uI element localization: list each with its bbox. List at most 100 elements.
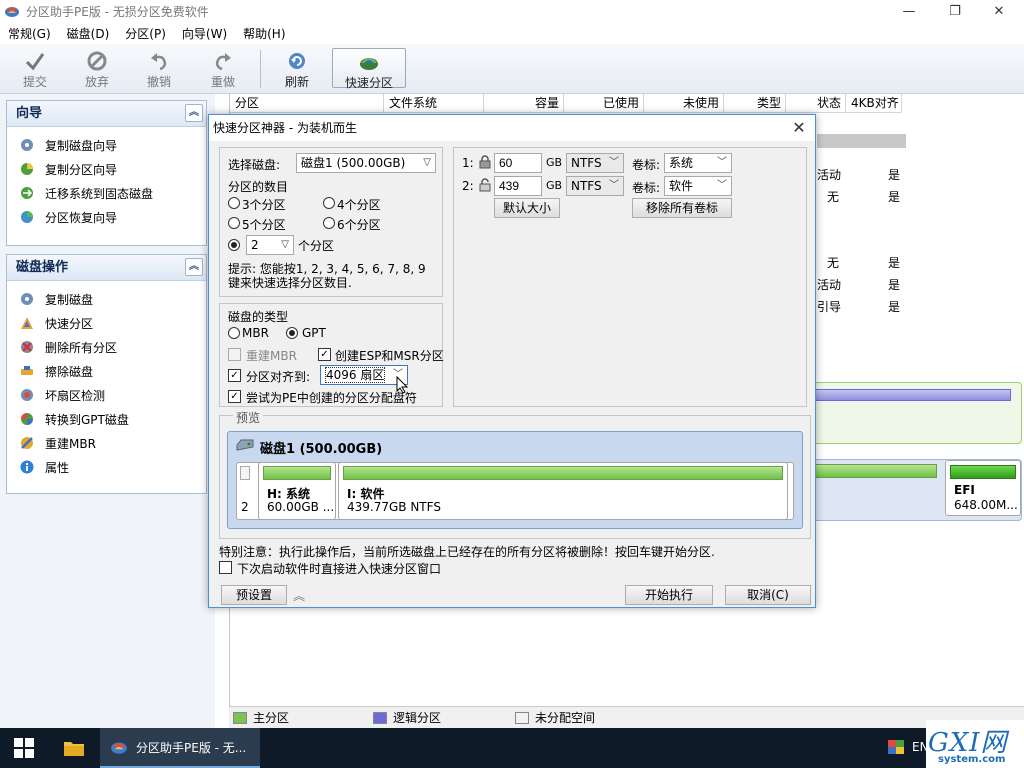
radio-mbr[interactable] <box>228 327 240 339</box>
align-select[interactable]: 4096 扇区 ﹀ <box>320 365 408 385</box>
commit-button[interactable]: 提交 <box>4 48 66 90</box>
radio-3-partitions[interactable] <box>228 197 240 209</box>
efi-partition-card[interactable]: EFI 648.00M... <box>945 460 1021 516</box>
preview-disk[interactable]: 磁盘1 (500.00GB) 2 H: 系统 60.00GB ... I: 软件… <box>227 431 803 529</box>
redo-button[interactable]: 重做 <box>192 48 254 90</box>
file-explorer-button[interactable] <box>52 728 96 768</box>
discard-button[interactable]: 放弃 <box>66 48 128 90</box>
collapse-up-icon[interactable]: ︽ <box>185 258 203 276</box>
toolbar-separator <box>260 50 261 88</box>
radio-gpt[interactable] <box>286 327 298 339</box>
col-filesystem[interactable]: 文件系统 <box>384 94 484 113</box>
language-bar-icon[interactable] <box>888 740 904 754</box>
partition-1-fs-select[interactable]: NTFS ﹀ <box>566 153 624 173</box>
chevron-down-icon: ﹀ <box>717 157 727 168</box>
disk1-map[interactable]: EFI 648.00M... <box>790 459 1022 521</box>
menu-help[interactable]: 帮助(H) <box>235 25 293 42</box>
sidebar-item-migrate-os[interactable]: 迁移系统到固态磁盘 <box>7 181 206 205</box>
col-type[interactable]: 类型 <box>724 94 786 113</box>
sidebar-item-convert-gpt[interactable]: 转换到GPT磁盘 <box>7 407 206 431</box>
dialog-close-button[interactable]: ✕ <box>787 117 811 139</box>
menu-general[interactable]: 常规(G) <box>0 25 59 42</box>
menu-partition[interactable]: 分区(P) <box>117 25 174 42</box>
taskbar-app-button[interactable]: 分区助手PE版 - 无... <box>100 728 260 768</box>
start-button[interactable]: 开始执行 <box>625 585 713 605</box>
radio-4-partitions[interactable] <box>323 197 335 209</box>
col-unused[interactable]: 未使用 <box>644 94 724 113</box>
primary-swatch <box>233 711 247 724</box>
disk-row-highlight <box>817 134 906 148</box>
menu-bar: 常规(G) 磁盘(D) 分区(P) 向导(W) 帮助(H) <box>0 22 1024 44</box>
default-size-button[interactable]: 默认大小 <box>494 198 560 218</box>
custom-count-select[interactable]: 2 ▽ <box>246 235 294 255</box>
refresh-icon <box>289 53 305 69</box>
menu-wizard[interactable]: 向导(W) <box>174 25 235 42</box>
start-button[interactable] <box>0 728 48 768</box>
chevron-down-icon: ▽ <box>423 157 431 168</box>
status-cell: 引导 <box>817 300 842 314</box>
radio-6-partitions[interactable] <box>323 217 335 229</box>
sidebar-item-quick-partition[interactable]: 快速分区 <box>7 311 206 335</box>
wizard-panel-header: 向导 ︽ <box>7 101 206 127</box>
undo-button[interactable]: 撤销 <box>128 48 190 90</box>
radio-custom-partitions[interactable] <box>228 239 240 251</box>
create-esp-checkbox[interactable]: ✓ <box>318 348 331 361</box>
sidebar-item-bad-sector-check[interactable]: 坏扇区检测 <box>7 383 206 407</box>
remove-all-labels-button[interactable]: 移除所有卷标 <box>632 198 732 218</box>
sidebar-item-rebuild-mbr[interactable]: 重建MBR <box>7 431 206 455</box>
partition-2-label-select[interactable]: 软件 ﹀ <box>664 176 732 196</box>
app-logo-icon <box>111 742 127 754</box>
close-window-button[interactable]: ✕ <box>976 0 1022 22</box>
chevron-down-icon: ﹀ <box>609 180 619 191</box>
custom-count-suffix: 个分区 <box>298 239 335 253</box>
msr-partition-bar <box>240 466 250 480</box>
quick-partition-button[interactable]: 快速分区 <box>332 48 406 90</box>
collapse-up-icon[interactable]: ︽ <box>185 104 203 122</box>
lock-icon[interactable] <box>478 155 492 169</box>
col-partition[interactable]: 分区 <box>230 94 384 113</box>
radio-6-label: 6个分区 <box>337 218 381 232</box>
sidebar-item-properties[interactable]: 属性 <box>7 455 206 479</box>
partition-size-group: 1: GB NTFS ﹀ 卷标: 系统 ﹀ 2: GB NTFS ﹀ 卷标: 软… <box>453 147 807 407</box>
sidebar-item-partition-recovery[interactable]: 分区恢复向导 <box>7 205 206 229</box>
bad-sector-icon <box>21 389 33 401</box>
sidebar-item-copy-disk[interactable]: 复制磁盘 <box>7 287 206 311</box>
sidebar-item-wipe-disk[interactable]: 擦除磁盘 <box>7 359 206 383</box>
radio-5-label: 5个分区 <box>242 218 286 232</box>
toolbar: 提交 放弃 撤销 重做 刷新 快速分区 <box>0 44 1024 94</box>
preview-partition-software[interactable]: I: 软件 439.77GB NTFS <box>338 462 788 520</box>
partition-2-fs-select[interactable]: NTFS ﹀ <box>566 176 624 196</box>
partition-2-size-input[interactable] <box>494 176 542 196</box>
preview-partition-system[interactable]: H: 系统 60.00GB ... <box>258 462 336 520</box>
expand-up-icon[interactable]: ︽ <box>293 587 305 604</box>
partition-1-size-input[interactable] <box>494 153 542 173</box>
refresh-button[interactable]: 刷新 <box>266 48 328 90</box>
preview-label: 预览 <box>233 409 264 426</box>
try-assign-checkbox[interactable]: ✓ <box>228 390 241 403</box>
efi-size: 648.00M... <box>954 498 1018 512</box>
col-used[interactable]: 已使用 <box>564 94 644 113</box>
next-start-checkbox[interactable] <box>219 561 232 574</box>
maximize-button[interactable]: ❐ <box>932 0 978 22</box>
col-capacity[interactable]: 容量 <box>484 94 564 113</box>
sidebar-item-delete-all-partitions[interactable]: 删除所有分区 <box>7 335 206 359</box>
minimize-button[interactable]: — <box>886 0 932 22</box>
sidebar-item-copy-disk-wizard[interactable]: 复制磁盘向导 <box>7 133 206 157</box>
align-cell: 是 <box>888 300 901 314</box>
rebuild-mbr-checkbox[interactable] <box>228 348 241 361</box>
partition-1-label-select[interactable]: 系统 ﹀ <box>664 153 732 173</box>
col-4k-align[interactable]: 4KB对齐 <box>846 94 902 113</box>
disk-select[interactable]: 磁盘1 (500.00GB) ▽ <box>296 153 436 173</box>
disk-count-group: 选择磁盘: 磁盘1 (500.00GB) ▽ 分区的数目 3个分区 4个分区 5… <box>219 147 443 297</box>
disk0-map[interactable] <box>790 382 1022 444</box>
align-checkbox[interactable]: ✓ <box>228 369 241 382</box>
col-status[interactable]: 状态 <box>786 94 846 113</box>
cancel-button[interactable]: 取消(C) <box>725 585 811 605</box>
unlock-icon[interactable] <box>478 178 492 192</box>
presets-button[interactable]: 预设置 <box>221 585 287 605</box>
radio-5-partitions[interactable] <box>228 217 240 229</box>
menu-disk[interactable]: 磁盘(D) <box>59 25 118 42</box>
sidebar-item-copy-partition-wizard[interactable]: 复制分区向导 <box>7 157 206 181</box>
legend-primary: 主分区 <box>233 709 289 726</box>
convert-icon <box>21 413 33 425</box>
